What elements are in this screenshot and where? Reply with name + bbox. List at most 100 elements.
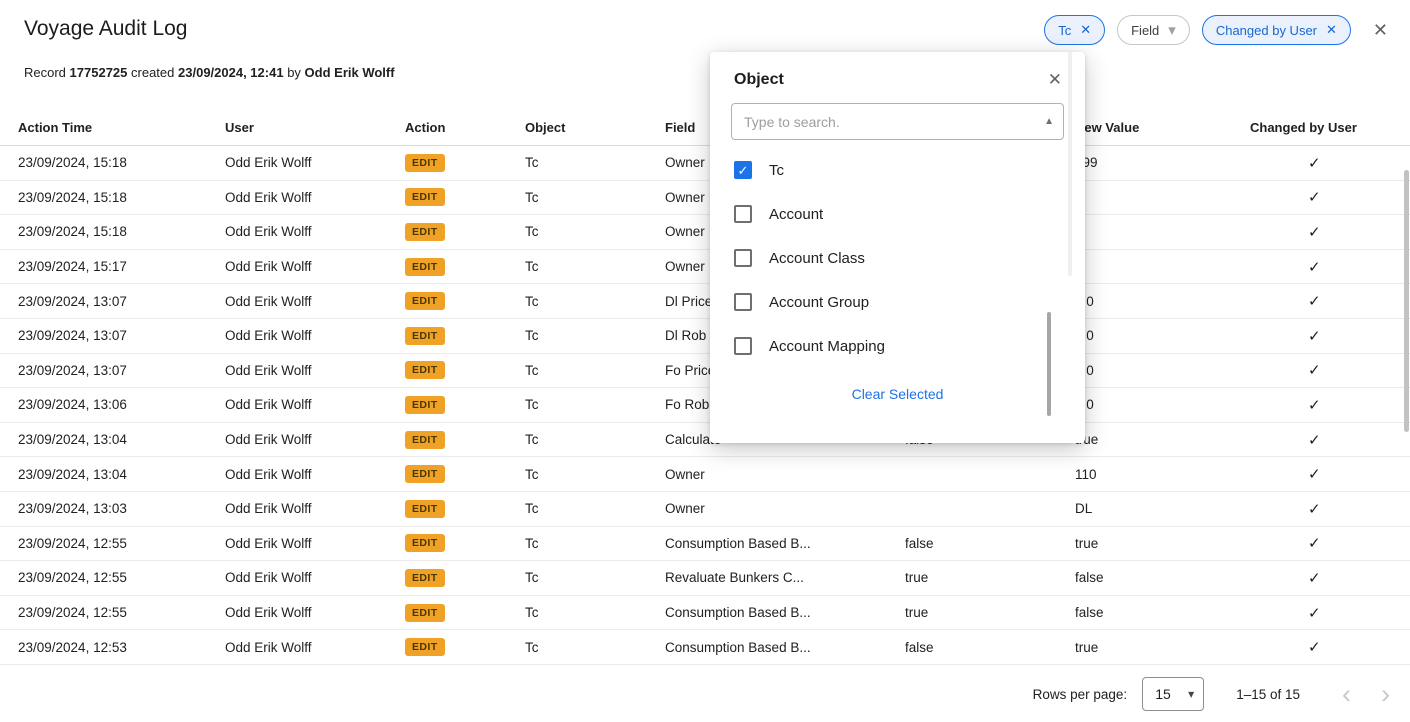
action-badge: EDIT: [405, 431, 445, 449]
table-row: 23/09/2024, 13:07 Odd Erik Wolff EDIT Tc…: [0, 284, 1410, 319]
table-footer: Rows per page: 15 ▾ 1–15 of 15 ‹ ›: [0, 672, 1410, 716]
cell-new-value: true: [1075, 432, 1250, 447]
column-header-new-value: New Value: [1075, 120, 1250, 135]
cell-user: Odd Erik Wolff: [225, 363, 405, 378]
record-created-at: 23/09/2024, 12:41: [178, 65, 284, 80]
object-option[interactable]: ✓ Account Mapping: [710, 324, 1085, 368]
table-row: 23/09/2024, 13:04 Odd Erik Wolff EDIT Tc…: [0, 457, 1410, 492]
action-badge: EDIT: [405, 396, 445, 414]
cell-object: Tc: [525, 536, 665, 551]
cell-changed-by-user: ✓: [1250, 188, 1410, 206]
option-label: Account Group: [769, 294, 869, 311]
checkbox-icon[interactable]: ✓: [734, 205, 752, 223]
object-option[interactable]: ✓ Account Class: [710, 236, 1085, 280]
cell-user: Odd Erik Wolff: [225, 467, 405, 482]
cell-action-time: 23/09/2024, 12:55: [18, 570, 225, 585]
action-badge: EDIT: [405, 569, 445, 587]
record-summary: Record 17752725 created 23/09/2024, 12:4…: [24, 65, 395, 80]
check-icon: ✓: [1308, 362, 1321, 379]
filter-chip-field[interactable]: Field ▾: [1117, 15, 1190, 45]
popup-scrollbar-thumb[interactable]: [1047, 312, 1051, 416]
filter-chip-object[interactable]: Tc ✕: [1044, 15, 1105, 45]
column-header-user: User: [225, 120, 405, 135]
cell-changed-by-user: ✓: [1250, 534, 1410, 552]
table-row: 23/09/2024, 13:03 Odd Erik Wolff EDIT Tc…: [0, 492, 1410, 527]
cell-action-time: 23/09/2024, 15:18: [18, 224, 225, 239]
cell-action: EDIT: [405, 396, 525, 414]
table-row: 23/09/2024, 12:55 Odd Erik Wolff EDIT Tc…: [0, 527, 1410, 562]
checkbox-icon[interactable]: ✓: [734, 161, 752, 179]
rows-per-page-select[interactable]: 15 ▾: [1142, 677, 1204, 711]
column-header-object: Object: [525, 120, 665, 135]
cell-action-time: 23/09/2024, 13:03: [18, 501, 225, 516]
cell-action: EDIT: [405, 327, 525, 345]
check-icon: ✓: [738, 164, 749, 177]
cell-action-time: 23/09/2024, 12:55: [18, 536, 225, 551]
cell-user: Odd Erik Wolff: [225, 328, 405, 343]
filter-chip-field-label: Field: [1131, 23, 1159, 38]
cell-changed-by-user: ✓: [1250, 258, 1410, 276]
action-badge: EDIT: [405, 638, 445, 656]
table-row: 23/09/2024, 13:06 Odd Erik Wolff EDIT Tc…: [0, 388, 1410, 423]
action-badge: EDIT: [405, 361, 445, 379]
cell-action: EDIT: [405, 604, 525, 622]
cell-new-value: 0.0: [1075, 294, 1250, 309]
checkbox-icon[interactable]: ✓: [734, 293, 752, 311]
cell-action-time: 23/09/2024, 13:07: [18, 363, 225, 378]
cell-old-value: false: [905, 640, 1075, 655]
cell-new-value: true: [1075, 640, 1250, 655]
object-option[interactable]: ✓ Account: [710, 192, 1085, 236]
popup-close-icon[interactable]: ✕: [1048, 70, 1062, 90]
table-row: 23/09/2024, 12:55 Odd Erik Wolff EDIT Tc…: [0, 596, 1410, 631]
clear-selected-button[interactable]: Clear Selected: [852, 386, 944, 402]
cell-new-value: false: [1075, 570, 1250, 585]
chevron-down-icon: ▾: [1188, 687, 1194, 701]
cell-object: Tc: [525, 570, 665, 585]
cell-changed-by-user: ✓: [1250, 431, 1410, 449]
popup-scrollbar-track[interactable]: [1068, 52, 1072, 276]
cell-user: Odd Erik Wolff: [225, 536, 405, 551]
action-badge: EDIT: [405, 258, 445, 276]
cell-changed-by-user: ✓: [1250, 361, 1410, 379]
close-icon[interactable]: ✕: [1373, 20, 1388, 41]
option-label: Tc: [769, 162, 784, 179]
action-badge: EDIT: [405, 604, 445, 622]
cell-action: EDIT: [405, 569, 525, 587]
remove-filter-icon[interactable]: ✕: [1080, 22, 1091, 38]
next-page-icon[interactable]: ›: [1381, 681, 1390, 708]
check-icon: ✓: [1308, 259, 1321, 276]
page-scrollbar[interactable]: [1404, 170, 1409, 432]
cell-user: Odd Erik Wolff: [225, 155, 405, 170]
cell-action: EDIT: [405, 361, 525, 379]
object-option[interactable]: ✓ Tc: [710, 148, 1085, 192]
cell-field: Owner: [665, 501, 905, 516]
previous-page-icon[interactable]: ‹: [1342, 681, 1351, 708]
cell-user: Odd Erik Wolff: [225, 397, 405, 412]
cell-object: Tc: [525, 363, 665, 378]
checkbox-icon[interactable]: ✓: [734, 249, 752, 267]
cell-action: EDIT: [405, 292, 525, 310]
cell-new-value: 0.0: [1075, 328, 1250, 343]
popup-footer: Clear Selected: [710, 386, 1085, 402]
table-row: 23/09/2024, 12:55 Odd Erik Wolff EDIT Tc…: [0, 561, 1410, 596]
column-header-action: Action: [405, 120, 525, 135]
object-options-list: ✓ Tc ✓ Account ✓ Account Class ✓ Account…: [710, 148, 1085, 372]
checkbox-icon[interactable]: ✓: [734, 337, 752, 355]
cell-action-time: 23/09/2024, 15:18: [18, 155, 225, 170]
object-search-input[interactable]: [731, 103, 1064, 140]
cell-action-time: 23/09/2024, 13:07: [18, 294, 225, 309]
check-icon: ✓: [1308, 535, 1321, 552]
remove-filter-icon[interactable]: ✕: [1326, 22, 1337, 38]
record-id: 17752725: [70, 65, 128, 80]
rows-per-page-label: Rows per page:: [1033, 687, 1128, 702]
cell-action: EDIT: [405, 638, 525, 656]
cell-object: Tc: [525, 467, 665, 482]
action-badge: EDIT: [405, 534, 445, 552]
filter-chip-changed-by-user[interactable]: Changed by User ✕: [1202, 15, 1351, 45]
action-badge: EDIT: [405, 500, 445, 518]
object-option[interactable]: ✓ Account Group: [710, 280, 1085, 324]
check-icon: ✓: [1308, 328, 1321, 345]
table-row: 23/09/2024, 13:07 Odd Erik Wolff EDIT Tc…: [0, 354, 1410, 389]
collapse-dropdown-icon[interactable]: ▲: [1044, 116, 1054, 127]
cell-object: Tc: [525, 640, 665, 655]
